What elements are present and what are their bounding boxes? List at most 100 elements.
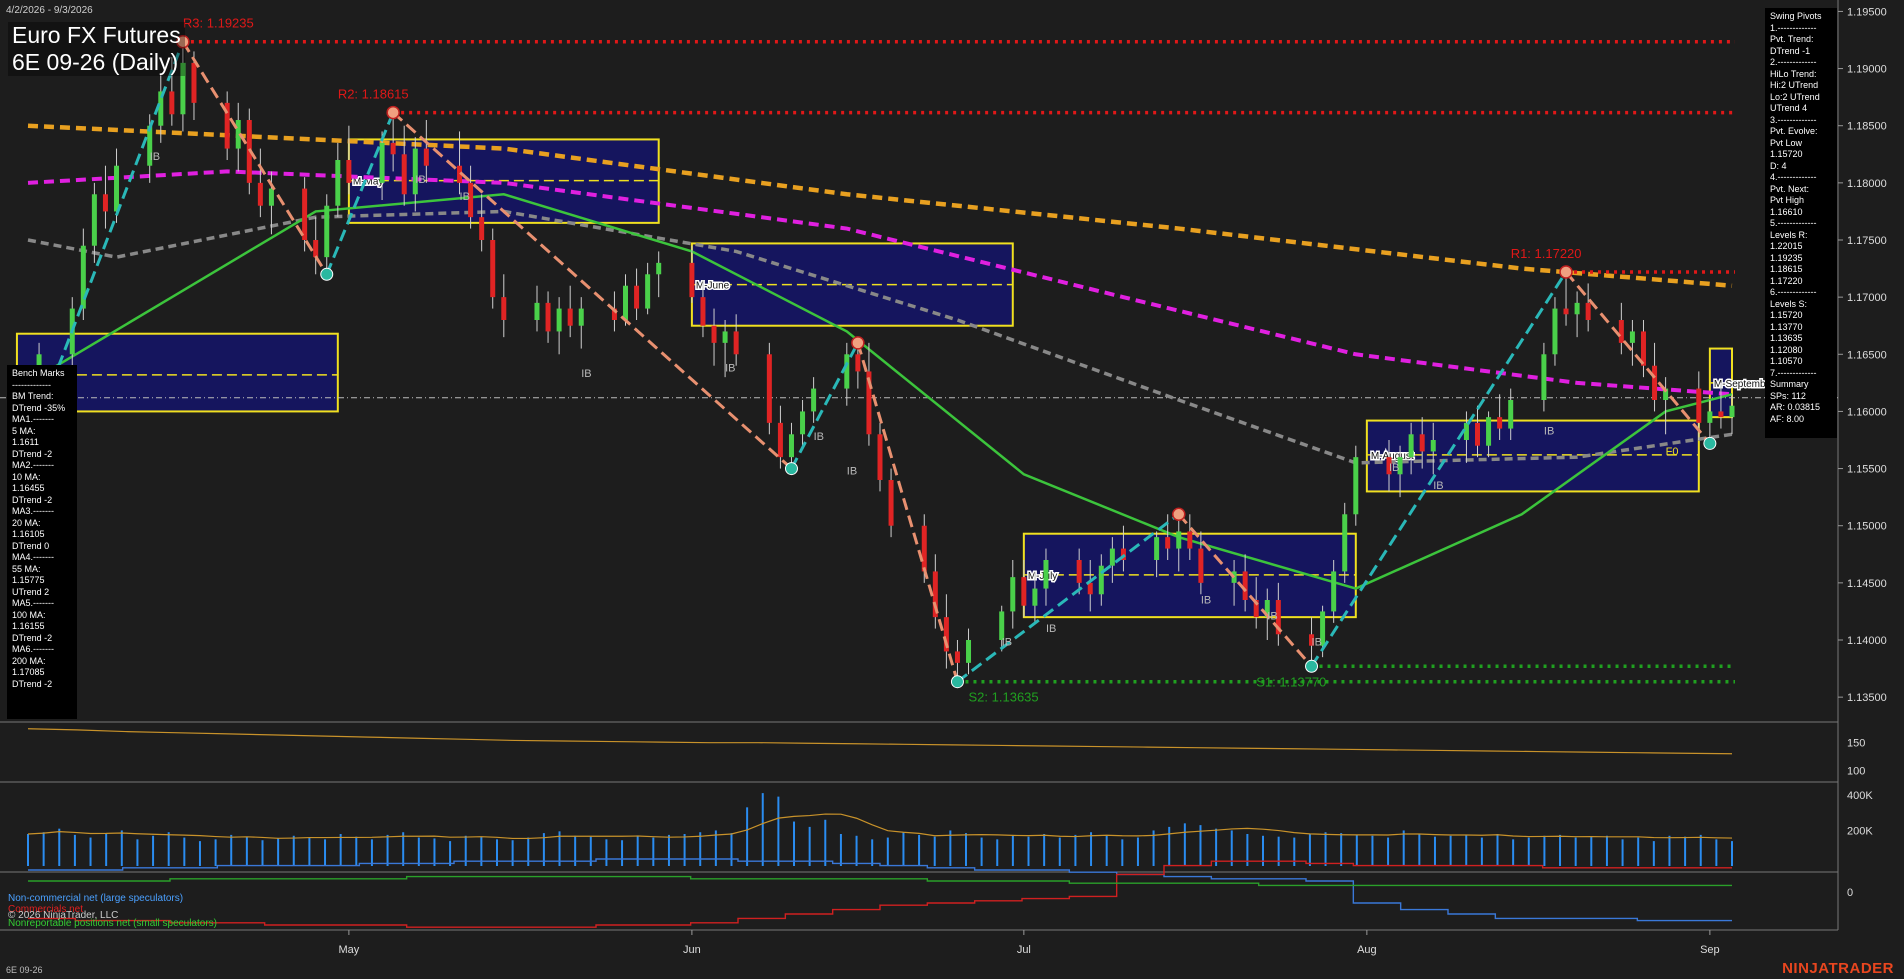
instrument-label: 6E 09-26: [6, 965, 43, 975]
volume-tick-label: 400K: [1847, 790, 1873, 802]
candle-body: [1331, 571, 1337, 612]
swing-pivots-line: 1.13635: [1770, 333, 1803, 343]
benchmarks-line: 10 MA:: [12, 471, 41, 482]
swing-pivots-line: DTrend -1: [1770, 45, 1811, 56]
level-label: S1: 1.13770: [1256, 674, 1326, 689]
swing-pivots-line: 1.-------------: [1770, 22, 1817, 33]
candle-body: [1563, 308, 1569, 315]
swing-pivots-line: Pvt Low: [1770, 137, 1803, 148]
swing-pivots-line: 2.-------------: [1770, 57, 1817, 67]
swing-pivots-line: 1.18615: [1770, 264, 1803, 274]
ninjatrader-logo: NINJATRADER: [1782, 960, 1894, 977]
fo-label: F0: [1666, 446, 1679, 458]
candle-body: [1109, 548, 1115, 566]
ib-label: IB: [581, 368, 591, 380]
candle-body: [534, 302, 540, 320]
swing-pivots-line: 3.-------------: [1770, 114, 1817, 125]
candle-body: [91, 194, 97, 246]
swing-pivots-line: Swing Pivots: [1770, 11, 1822, 21]
price-tick-label: 1.17500: [1847, 235, 1887, 247]
swing-pivots-line: 1.10570: [1770, 356, 1803, 366]
candle-body: [1486, 417, 1492, 446]
ib-label: IB: [1201, 594, 1211, 606]
swing-pivots-line: SPs: 112: [1770, 390, 1806, 401]
benchmarks-line: Bench Marks: [12, 368, 65, 378]
chart-title-line1: Euro FX Futures: [12, 22, 181, 48]
candle-body: [412, 148, 418, 195]
benchmarks-line: 1.16155: [12, 621, 45, 631]
benchmarks-panel: Bench Marks ------------- BM Trend: DTrend …: [7, 365, 77, 719]
candle-body: [844, 354, 850, 389]
swing-pivots-line: 5.-------------: [1770, 218, 1817, 228]
candle-body: [1419, 434, 1425, 452]
candle-body: [479, 217, 485, 240]
ib-label: IB: [460, 191, 470, 203]
monthly-box: [1365, 419, 1700, 493]
candle-body: [114, 165, 120, 212]
swing-pivots-line: Levels R:: [1770, 229, 1808, 240]
level-label: R1: 1.17220: [1511, 246, 1582, 261]
swing-pivots-line: 4.-------------: [1770, 172, 1817, 182]
benchmarks-line: 1.15775: [12, 575, 45, 585]
candle-body: [302, 188, 308, 240]
x-tick-label: Aug: [1357, 944, 1377, 956]
candle-body: [379, 142, 385, 183]
benchmarks-line: MA5.-------: [12, 598, 54, 608]
benchmarks-line: -------------: [12, 379, 51, 390]
ib-label: IB: [1389, 462, 1399, 474]
candle-body: [1508, 400, 1514, 429]
pivot-low-marker: [320, 267, 334, 281]
swing-pivots-line: HiLo Trend:: [1770, 68, 1817, 79]
ib-label: IB: [1544, 425, 1554, 437]
candle-body: [1497, 417, 1503, 429]
candle-body: [999, 611, 1005, 640]
candle-body: [501, 297, 507, 320]
benchmarks-line: 1.16455: [12, 483, 45, 493]
benchmarks-line: 100 MA:: [12, 609, 46, 620]
pivot-high-marker: [1559, 265, 1573, 279]
price-tick-label: 1.19500: [1847, 6, 1887, 18]
benchmarks-line: DTrend -2: [12, 448, 53, 459]
candle-body: [490, 240, 496, 298]
swing-pivots-line: 1.15720: [1770, 310, 1803, 320]
swing-pivots-line: 1.22015: [1770, 241, 1803, 251]
price-tick-label: 1.18000: [1847, 178, 1887, 190]
ib-label: IB: [814, 431, 824, 443]
pivot-low-marker: [1703, 436, 1717, 450]
benchmarks-line: UTrend 2: [12, 586, 50, 597]
ib-label: IB: [725, 362, 735, 374]
benchmarks-line: MA2.-------: [12, 460, 54, 470]
candle-body: [966, 640, 972, 663]
monthly-box-label: M-July: [1028, 571, 1057, 582]
swing-pivots-line: Pvt. Trend:: [1770, 34, 1814, 44]
chart-title: Euro FX Futures 6E 09-26 (Daily): [8, 22, 185, 76]
benchmarks-line: MA6.-------: [12, 644, 54, 654]
candle-body: [1342, 514, 1348, 572]
candle-body: [656, 262, 662, 275]
candle-body: [634, 285, 640, 309]
benchmarks-line: 1.1611: [12, 437, 39, 447]
swing-pivots-line: AR: 0.03815: [1770, 402, 1821, 412]
candle-body: [102, 194, 108, 212]
candle-body: [1021, 577, 1027, 606]
price-tick-label: 1.18500: [1847, 121, 1887, 133]
price-tick-label: 1.14000: [1847, 635, 1887, 647]
candle-body: [1707, 411, 1713, 423]
candle-body: [324, 205, 330, 258]
price-tick-label: 1.15500: [1847, 464, 1887, 476]
candle-body: [689, 262, 695, 298]
pivot-low-marker: [950, 675, 964, 689]
price-chart[interactable]: 1.19500 1.19000 1.18500 1.18000 1.17500 1.170…: [0, 0, 1904, 979]
benchmarks-line: 55 MA:: [12, 563, 41, 574]
swing-pivots-line: 7.-------------: [1770, 367, 1817, 378]
swing-pivots-line: Lo:2 UTrend: [1770, 91, 1820, 102]
cot-tick-label: 0: [1847, 887, 1853, 899]
legend-small-speculators: Nonreportable positions net (small specu…: [8, 918, 217, 929]
candle-body: [257, 182, 263, 206]
candle-body: [556, 308, 562, 332]
chart-title-line2: 6E 09-26 (Daily): [12, 49, 179, 75]
candle-body: [733, 331, 739, 355]
candle-body: [169, 91, 175, 115]
ib-label: IB: [1267, 610, 1277, 622]
candle-body: [888, 480, 894, 526]
